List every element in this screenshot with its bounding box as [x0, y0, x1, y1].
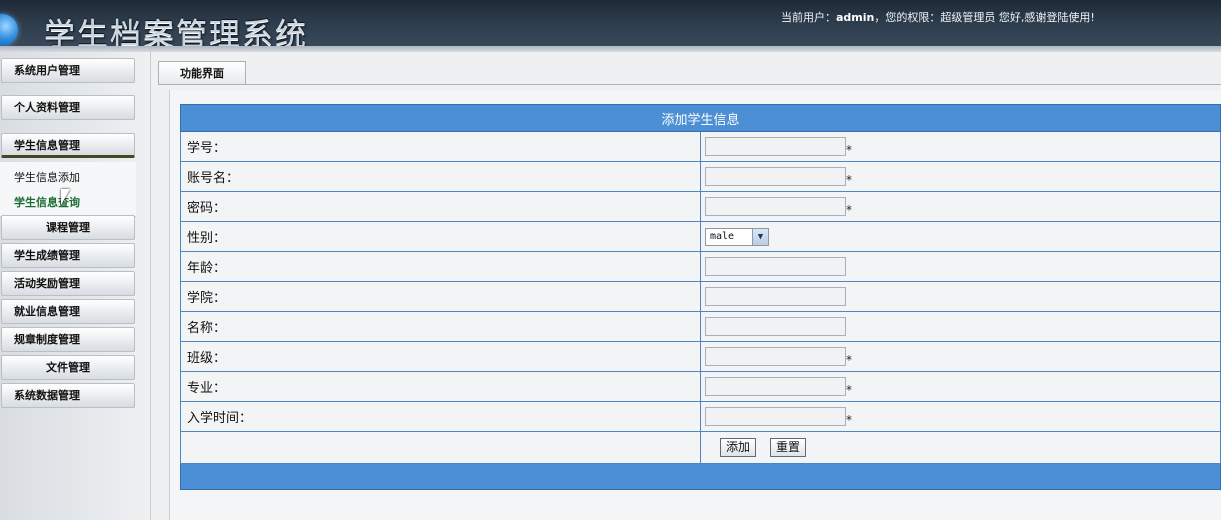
- field-label: 密码：: [180, 191, 701, 222]
- menu-employment[interactable]: 就业信息管理: [1, 299, 135, 324]
- form-row-password: 密码： *: [180, 191, 1221, 222]
- menu-system-users[interactable]: 系统用户管理: [1, 58, 135, 83]
- menu-grades[interactable]: 学生成绩管理: [1, 243, 135, 268]
- add-button[interactable]: 添加: [720, 438, 757, 457]
- major-input[interactable]: [705, 377, 846, 396]
- field-label: 账号名：: [180, 161, 701, 192]
- form-footer-bar: [180, 463, 1221, 490]
- password-input[interactable]: [705, 197, 846, 216]
- field-label: 性别：: [180, 221, 701, 252]
- menu-files[interactable]: 文件管理: [1, 355, 135, 380]
- menu-system-data[interactable]: 系统数据管理: [1, 383, 135, 408]
- menu-regulations[interactable]: 规章制度管理: [1, 327, 135, 352]
- form-row-college: 学院：: [180, 281, 1221, 312]
- required-mark: *: [846, 172, 852, 187]
- reset-button[interactable]: 重置: [770, 438, 807, 457]
- field-label: 年龄：: [180, 251, 701, 282]
- header-band: [0, 46, 1221, 52]
- required-mark: *: [846, 142, 852, 157]
- menu-personal-info[interactable]: 个人资料管理: [1, 95, 135, 120]
- student-id-input[interactable]: [705, 137, 846, 156]
- logo-orb-icon: [0, 14, 18, 46]
- form-actions-row: 添加 重置: [180, 431, 1221, 464]
- required-mark: *: [846, 382, 852, 397]
- gender-select[interactable]: male ▼: [705, 227, 769, 246]
- empty-cell: [180, 431, 701, 464]
- gender-select-value: male: [710, 230, 735, 242]
- enroll-date-input[interactable]: [705, 407, 846, 426]
- form-row-name: 名称：: [180, 311, 1221, 342]
- required-mark: *: [846, 352, 852, 367]
- form-table: 添加学生信息 学号： * 账号名： * 密码： * 性别： male ▼ 年龄： …: [180, 104, 1221, 490]
- field-label: 学号：: [180, 131, 701, 162]
- user-info-suffix: ，您的权限：超级管理员 您好,感谢登陆使用!: [874, 11, 1095, 24]
- submenu-student-query[interactable]: 学生信息查询: [14, 194, 80, 210]
- form-title: 添加学生信息: [180, 104, 1221, 132]
- menu-awards[interactable]: 活动奖励管理: [1, 271, 135, 296]
- college-input[interactable]: [705, 287, 846, 306]
- field-label: 入学时间：: [180, 401, 701, 432]
- form-row-age: 年龄：: [180, 251, 1221, 282]
- header-bar: 学生档案管理系统 当前用户：admin，您的权限：超级管理员 您好,感谢登陆使用…: [0, 0, 1221, 53]
- add-student-form: 添加学生信息 学号： * 账号名： * 密码： * 性别： male ▼ 年龄： …: [180, 104, 1221, 490]
- field-label: 班级：: [180, 341, 701, 372]
- user-info: 当前用户：admin，您的权限：超级管理员 您好,感谢登陆使用!: [781, 9, 1095, 25]
- name-input[interactable]: [705, 317, 846, 336]
- form-row-student-id: 学号： *: [180, 131, 1221, 162]
- class-input[interactable]: [705, 347, 846, 366]
- submenu-student-add[interactable]: 学生信息添加: [14, 169, 80, 185]
- required-mark: *: [846, 202, 852, 217]
- field-label: 学院：: [180, 281, 701, 312]
- field-label: 专业：: [180, 371, 701, 402]
- chevron-down-icon[interactable]: ▼: [752, 228, 768, 245]
- required-mark: *: [846, 412, 852, 427]
- menu-student-info[interactable]: 学生信息管理: [1, 133, 135, 158]
- tab-divider: [158, 84, 1221, 85]
- user-info-prefix: 当前用户：: [781, 11, 836, 24]
- form-row-major: 专业： *: [180, 371, 1221, 402]
- form-row-class: 班级： *: [180, 341, 1221, 372]
- username: admin: [836, 11, 875, 24]
- field-label: 名称：: [180, 311, 701, 342]
- tab-function-panel[interactable]: 功能界面: [158, 61, 246, 85]
- form-row-account: 账号名： *: [180, 161, 1221, 192]
- form-row-enroll-date: 入学时间： *: [180, 401, 1221, 432]
- sidebar: 系统用户管理 个人资料管理 学生信息管理 学生信息添加 学生信息查询 课程管理 …: [0, 52, 151, 520]
- age-input[interactable]: [705, 257, 846, 276]
- form-row-gender: 性别： male ▼: [180, 221, 1221, 252]
- mouse-cursor-icon: [61, 189, 70, 205]
- menu-courses[interactable]: 课程管理: [1, 215, 135, 240]
- account-name-input[interactable]: [705, 167, 846, 186]
